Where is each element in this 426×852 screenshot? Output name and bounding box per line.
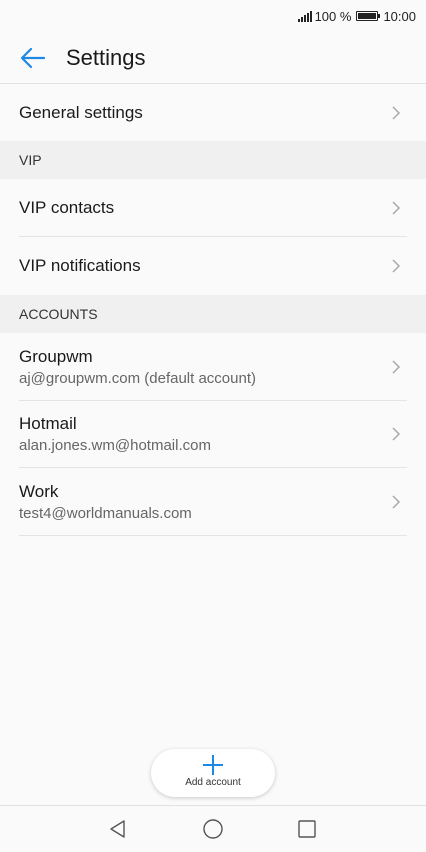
app-header: Settings <box>0 32 426 84</box>
nav-recent-button[interactable] <box>287 809 327 849</box>
back-arrow-icon <box>20 47 46 68</box>
nav-back-triangle-icon <box>110 820 125 838</box>
chevron-right-icon <box>392 494 401 509</box>
account-row-groupwm[interactable]: Groupwm aj@groupwm.com (default account) <box>0 333 426 401</box>
section-header-accounts: ACCOUNTS <box>0 295 426 333</box>
account-name: Groupwm <box>19 346 93 366</box>
clock: 10:00 <box>383 8 416 24</box>
status-bar: 100 % 10:00 <box>0 0 426 32</box>
account-name: Work <box>19 481 59 501</box>
account-row-hotmail[interactable]: Hotmail alan.jones.wm@hotmail.com <box>0 401 426 468</box>
vip-contacts-row[interactable]: VIP contacts <box>0 179 426 237</box>
nav-recent-square-icon <box>298 820 316 838</box>
nav-back-button[interactable] <box>98 809 138 849</box>
vip-notifications-row[interactable]: VIP notifications <box>0 237 426 295</box>
nav-home-circle-icon <box>203 819 223 839</box>
battery-percent: 100 % <box>314 8 352 24</box>
add-account-label: Add account <box>185 777 241 788</box>
chevron-right-icon <box>392 200 401 215</box>
signal-icon <box>297 10 312 22</box>
section-header-vip: VIP <box>0 141 426 179</box>
chevron-right-icon <box>392 427 401 441</box>
system-nav-bar <box>0 805 426 852</box>
account-email: alan.jones.wm@hotmail.com <box>19 437 211 454</box>
chevron-right-icon <box>392 359 401 374</box>
account-row-work[interactable]: Work test4@worldmanuals.com <box>0 468 426 536</box>
vip-notifications-label: VIP notifications <box>19 256 141 275</box>
plus-icon <box>203 755 223 775</box>
page-title: Settings <box>66 44 146 70</box>
account-name: Hotmail <box>19 414 77 433</box>
battery-icon <box>356 11 381 21</box>
chevron-right-icon <box>392 105 401 120</box>
section-title-accounts: ACCOUNTS <box>19 306 98 322</box>
nav-home-button[interactable] <box>193 809 233 849</box>
general-settings-label: General settings <box>19 102 143 122</box>
section-title-vip: VIP <box>19 152 42 168</box>
back-button[interactable] <box>18 43 48 73</box>
chevron-right-icon <box>392 259 401 273</box>
account-email: aj@groupwm.com (default account) <box>19 369 256 387</box>
general-settings-row[interactable]: General settings <box>0 84 426 141</box>
account-email: test4@worldmanuals.com <box>19 504 192 522</box>
vip-contacts-label: VIP contacts <box>19 197 115 217</box>
add-account-button[interactable]: Add account <box>151 749 275 797</box>
